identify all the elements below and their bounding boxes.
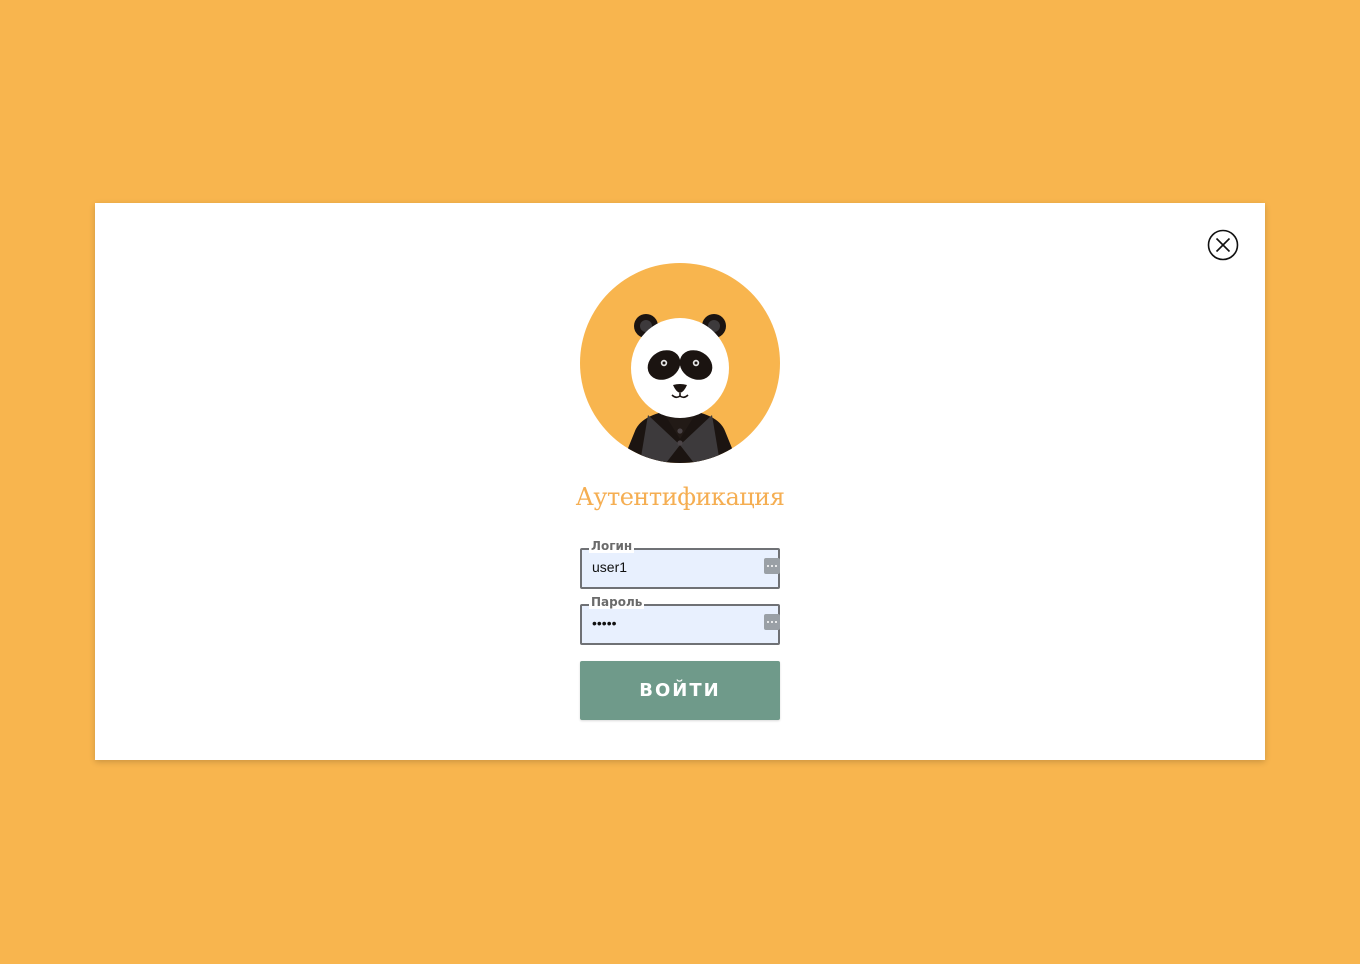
panda-avatar-icon: [580, 263, 780, 463]
password-label: Пароль: [589, 595, 645, 609]
close-icon[interactable]: [1207, 229, 1239, 261]
login-field: Логин: [580, 539, 780, 589]
password-manager-icon[interactable]: [764, 614, 780, 630]
login-button[interactable]: ВОЙТИ: [580, 661, 780, 720]
password-field: Пароль: [580, 595, 780, 645]
page-title: Аутентификация: [575, 483, 785, 511]
password-manager-icon[interactable]: [764, 558, 780, 574]
login-input[interactable]: [592, 558, 752, 576]
auth-modal: Аутентификация Логин Пароль ВОЙТИ: [95, 203, 1265, 760]
password-input[interactable]: [592, 614, 752, 632]
login-label: Логин: [589, 539, 635, 553]
